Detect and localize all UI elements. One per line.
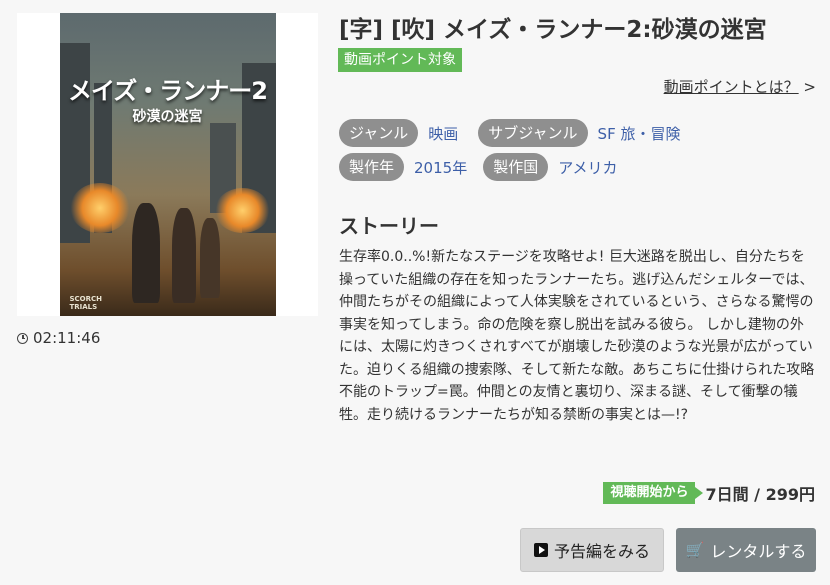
price-row: 視聴開始から 7日間 / 299円 xyxy=(603,481,815,505)
subgenre-label: サブジャンル xyxy=(478,119,588,147)
story-heading: ストーリー xyxy=(339,214,439,238)
story-text: 生存率0.0..%!新たなステージを攻略せよ! 巨大迷路を脱出し、自分たちを操っ… xyxy=(339,249,815,423)
page-title: [字] [吹] メイズ・ランナー2:砂漠の迷宮 xyxy=(339,17,767,43)
rent-button[interactable]: 🛒 レンタルする xyxy=(676,528,816,572)
poster-container: メイズ・ランナー2 砂漠の迷宮 SCORCH TRIALS xyxy=(17,13,318,316)
price-value: 7日間 / 299円 xyxy=(705,485,815,504)
poster-subtitle-art: 砂漠の迷宮 xyxy=(132,109,203,125)
trailer-button-label: 予告編をみる xyxy=(553,542,650,561)
movie-poster[interactable]: メイズ・ランナー2 砂漠の迷宮 SCORCH TRIALS xyxy=(59,13,276,316)
play-icon xyxy=(533,543,548,557)
watch-period-badge: 視聴開始から xyxy=(603,482,704,504)
subgenre-value[interactable]: SF 旅・冒険 xyxy=(598,123,681,144)
genre-value[interactable]: 映画 xyxy=(428,123,458,144)
rent-button-label: レンタルする xyxy=(710,542,807,561)
poster-logo-line2: TRIALS xyxy=(69,303,98,311)
duration-value: 02:11:46 xyxy=(33,329,101,347)
country-value[interactable]: アメリカ xyxy=(558,157,617,178)
video-point-badge: 動画ポイント対象 xyxy=(338,48,462,72)
year-label: 製作年 xyxy=(339,153,405,181)
genre-label: ジャンル xyxy=(339,119,419,147)
country-label: 製作国 xyxy=(483,153,549,181)
duration: 02:11:46 xyxy=(17,329,100,347)
clock-icon xyxy=(17,332,28,344)
poster-logo-line1: SCORCH xyxy=(69,295,103,303)
chevron-right-icon: > xyxy=(803,78,816,96)
poster-logo: SCORCH TRIALS xyxy=(70,295,103,311)
year-value[interactable]: 2015年 xyxy=(414,157,467,178)
trailer-button[interactable]: 予告編をみる xyxy=(520,528,664,572)
tag-list: ジャンル 映画 サブジャンル SF 旅・冒険 製作年 2015年 製作国 アメリ… xyxy=(339,118,692,186)
poster-title-art: メイズ・ランナー2 xyxy=(68,77,268,105)
video-point-link-label[interactable]: 動画ポイントとは？ xyxy=(664,78,799,96)
video-point-link[interactable]: 動画ポイントとは？ > xyxy=(664,76,816,97)
cart-icon: 🛒 xyxy=(685,541,705,559)
